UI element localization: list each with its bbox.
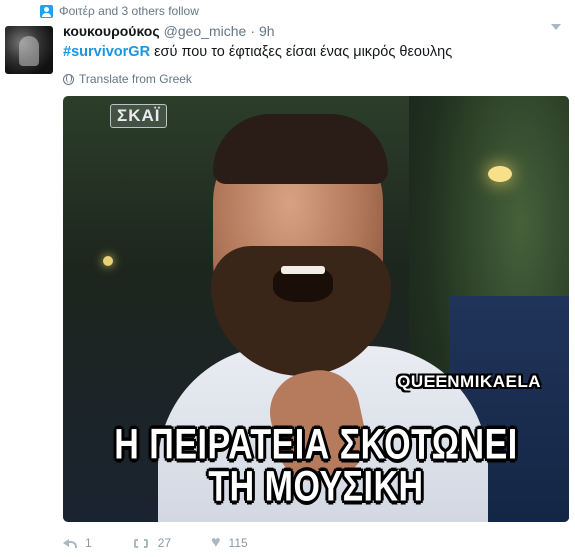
- media-light-small: [103, 256, 113, 266]
- user-name[interactable]: κουκουρούκος: [63, 23, 160, 39]
- like-button[interactable]: ♥ 115: [211, 535, 248, 551]
- follow-icon: [40, 4, 53, 18]
- meme-caption-line-2: ΤΗ ΜΟΥΣΙΚΗ: [208, 463, 424, 511]
- separator-dot: ·: [250, 23, 255, 39]
- tweet-text: #survivorGR εσύ που το έφτιαξες είσαι έν…: [63, 44, 452, 60]
- tweet-body: εσύ που το έφτιαξες είσαι ένας μικρός θε…: [150, 44, 453, 60]
- retweet-count: 27: [157, 536, 172, 550]
- media-teeth: [281, 266, 325, 274]
- media-light: [488, 166, 512, 182]
- avatar[interactable]: [5, 26, 53, 74]
- social-context: Φοιτέρ and 3 others follow: [40, 4, 199, 18]
- globe-icon: [63, 73, 74, 85]
- avatar-figure: [19, 36, 39, 66]
- channel-logo: ΣΚΑΪ: [110, 104, 168, 128]
- meme-watermark: QUEENMIKAELA: [397, 372, 541, 391]
- chevron-down-icon[interactable]: [551, 24, 561, 30]
- heart-icon: ♥: [211, 534, 221, 551]
- hashtag-link[interactable]: #survivorGR: [63, 44, 150, 60]
- media-hair: [213, 114, 388, 184]
- tweet-header: κουκουρούκος @geo_miche · 9h: [63, 23, 275, 39]
- reply-icon: [63, 538, 77, 548]
- tweet-actions: 1 27 ♥ 115: [63, 535, 288, 551]
- social-context-text[interactable]: Φοιτέρ and 3 others follow: [59, 4, 199, 18]
- retweet-icon: [132, 537, 150, 550]
- reply-count: 1: [85, 536, 92, 550]
- translate-label: Translate from Greek: [79, 72, 192, 86]
- reply-button[interactable]: 1: [63, 536, 92, 550]
- translate-link[interactable]: Translate from Greek: [63, 72, 192, 86]
- like-count: 115: [228, 536, 248, 550]
- retweet-button[interactable]: 27: [132, 536, 171, 550]
- tweet-media[interactable]: ΣΚΑΪ QUEENMIKAELA Η ΠΕΙΡΑΤΕΙΑ ΣΚΟΤΩΝΕΙ Τ…: [63, 96, 569, 522]
- user-handle[interactable]: @geo_miche: [164, 23, 247, 39]
- tweet-time[interactable]: 9h: [259, 23, 275, 39]
